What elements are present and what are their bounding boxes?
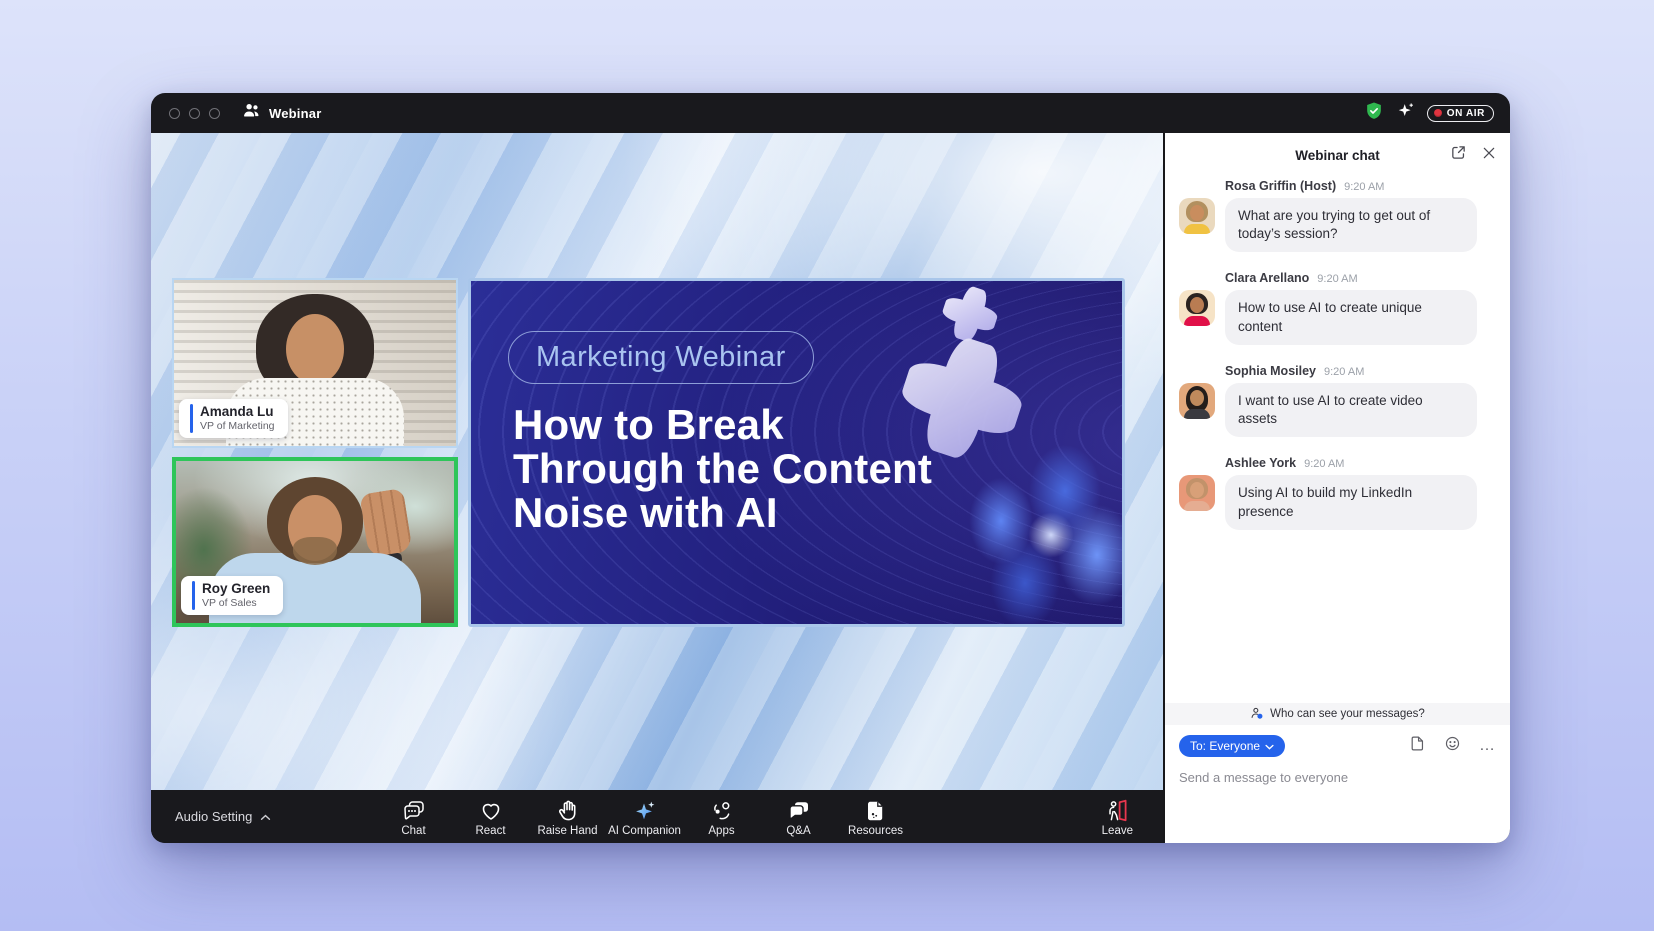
slide-badge: Marketing Webinar [508, 331, 814, 384]
privacy-notice[interactable]: Who can see your messages? [1165, 703, 1510, 725]
raise-hand-button[interactable]: Raise Hand [529, 796, 606, 837]
participant-role: VP of Marketing [200, 420, 275, 433]
to-selector[interactable]: To: Everyone [1179, 735, 1285, 757]
resources-button[interactable]: Resources [837, 796, 914, 837]
avatar [1179, 290, 1215, 326]
chat-icon [402, 799, 426, 823]
participant-name: Amanda Lu [200, 404, 275, 421]
leave-door-icon [1105, 799, 1129, 823]
window-control-zoom[interactable] [209, 108, 220, 119]
chat-compose-area: Who can see your messages? To: Everyone [1165, 703, 1510, 843]
qa-button[interactable]: Q&A [760, 796, 837, 837]
chat-message: Sophia Mosiley 9:20 AM I want to use AI … [1179, 364, 1496, 437]
message-list: Rosa Griffin (Host) 9:20 AM What are you… [1165, 177, 1510, 530]
participant-tile-roy[interactable]: Roy Green VP of Sales [172, 457, 458, 627]
privacy-text: Who can see your messages? [1270, 708, 1425, 720]
window-controls [169, 108, 220, 119]
chat-message: Clara Arellano 9:20 AM How to use AI to … [1179, 271, 1496, 344]
popout-icon[interactable] [1450, 144, 1467, 166]
ai-companion-button[interactable]: AI Companion [606, 796, 683, 837]
toolbar-button-group: Chat React Raise Hand [375, 796, 914, 837]
apps-icon [710, 799, 734, 823]
meeting-toolbar: Audio Setting Chat [151, 790, 1163, 843]
participant-role: VP of Sales [202, 597, 270, 610]
participant-name: Roy Green [202, 581, 270, 598]
close-icon[interactable] [1482, 146, 1496, 165]
chat-message: Rosa Griffin (Host) 9:20 AM What are you… [1179, 179, 1496, 252]
webinar-window: Webinar ON AIR [151, 93, 1510, 843]
message-time: 9:20 AM [1344, 181, 1384, 193]
message-time: 9:20 AM [1317, 273, 1357, 285]
security-shield-icon[interactable] [1364, 101, 1384, 126]
video-stage: Amanda Lu VP of Marketing Roy Green VP o… [151, 133, 1163, 790]
message-input[interactable]: Send a message to everyone [1179, 770, 1496, 785]
raised-hand-icon [556, 799, 580, 823]
chevron-down-icon [1265, 739, 1274, 753]
message-author: Ashlee York [1225, 456, 1296, 470]
avatar [1179, 383, 1215, 419]
chevron-up-icon [260, 809, 271, 824]
more-options-icon[interactable]: … [1479, 741, 1496, 751]
file-icon[interactable] [1409, 735, 1426, 757]
apps-button[interactable]: Apps [683, 796, 760, 837]
presentation-slide: Marketing Webinar How to Break Through t… [468, 278, 1125, 627]
chat-panel: Webinar chat Rosa Griffin (Host) 9:20 AM [1163, 133, 1510, 843]
resources-icon [864, 799, 888, 823]
name-tag: Roy Green VP of Sales [181, 576, 283, 615]
avatar [1179, 475, 1215, 511]
audio-setting-button[interactable]: Audio Setting [175, 809, 271, 824]
participant-tile-amanda[interactable]: Amanda Lu VP of Marketing [172, 278, 458, 448]
name-tag-accent [190, 404, 193, 433]
message-bubble: Using AI to build my LinkedIn presence [1225, 475, 1477, 529]
chat-button[interactable]: Chat [375, 796, 452, 837]
ai-sparkle-icon [633, 799, 657, 823]
participants-icon [242, 101, 261, 125]
slide-title: How to Break Through the Content Noise w… [513, 403, 965, 535]
message-author: Sophia Mosiley [1225, 364, 1316, 378]
name-tag: Amanda Lu VP of Marketing [179, 399, 288, 438]
message-bubble: I want to use AI to create video assets [1225, 383, 1477, 437]
message-time: 9:20 AM [1324, 366, 1364, 378]
desktop: { "window": { "title": "Webinar", "on_ai… [0, 0, 1654, 931]
message-time: 9:20 AM [1304, 458, 1344, 470]
record-dot-icon [1434, 109, 1442, 117]
window-title: Webinar [269, 106, 321, 121]
on-air-badge: ON AIR [1427, 105, 1494, 122]
chat-message: Ashlee York 9:20 AM Using AI to build my… [1179, 456, 1496, 529]
person-check-icon [1250, 706, 1264, 723]
window-control-close[interactable] [169, 108, 180, 119]
chat-title: Webinar chat [1295, 148, 1380, 163]
ai-companion-titlebar-icon[interactable] [1396, 101, 1415, 125]
message-author: Clara Arellano [1225, 271, 1309, 285]
chat-header: Webinar chat [1165, 133, 1510, 177]
qa-icon [787, 799, 811, 823]
react-button[interactable]: React [452, 796, 529, 837]
emoji-icon[interactable] [1444, 735, 1461, 757]
heart-icon [479, 799, 503, 823]
name-tag-accent [192, 581, 195, 610]
message-bubble: How to use AI to create unique content [1225, 290, 1477, 344]
titlebar: Webinar ON AIR [151, 93, 1510, 133]
flower-shape [941, 431, 1125, 627]
window-control-minimize[interactable] [189, 108, 200, 119]
leave-button[interactable]: Leave [1102, 796, 1133, 837]
message-author: Rosa Griffin (Host) [1225, 179, 1336, 193]
message-bubble: What are you trying to get out of today’… [1225, 198, 1477, 252]
avatar [1179, 198, 1215, 234]
